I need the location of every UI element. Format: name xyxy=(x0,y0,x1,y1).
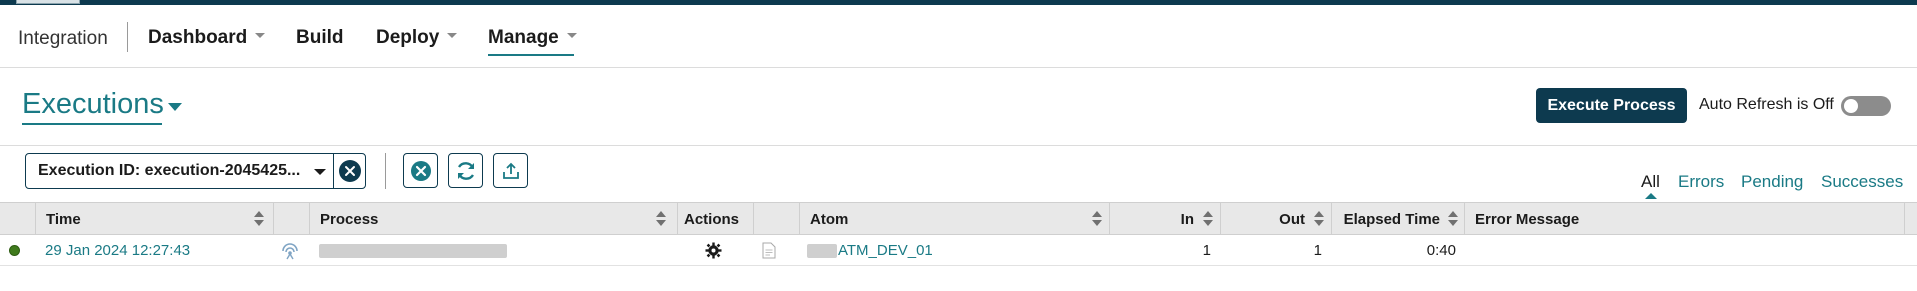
column-header-process-label: Process xyxy=(320,210,379,228)
nav-item-manage-label: Manage xyxy=(488,27,559,48)
chevron-down-icon xyxy=(447,33,458,39)
column-header-elapsed-time-label: Elapsed Time xyxy=(1343,210,1440,228)
tab-errors[interactable]: Errors xyxy=(1678,172,1724,192)
export-button[interactable] xyxy=(493,153,528,188)
execution-id-filter[interactable]: Execution ID: execution-2045425... xyxy=(25,153,366,189)
redacted-process-name xyxy=(319,243,507,258)
tab-active-indicator xyxy=(1645,193,1657,199)
header-divider xyxy=(0,145,1917,146)
clear-filter-icon[interactable] xyxy=(339,160,361,182)
clear-all-filters-button[interactable] xyxy=(403,153,438,188)
sort-icon[interactable] xyxy=(1448,211,1458,227)
refresh-icon xyxy=(457,161,474,180)
chevron-down-icon xyxy=(566,33,577,39)
elapsed-time-cell: 0:40 xyxy=(1426,242,1456,259)
sort-icon[interactable] xyxy=(1203,211,1213,227)
nav-item-deploy-label: Deploy xyxy=(376,27,440,48)
status-cell xyxy=(9,235,29,266)
column-header-error-message: Error Message xyxy=(1465,203,1905,235)
chevron-down-icon[interactable] xyxy=(314,169,326,175)
sort-icon[interactable] xyxy=(1092,211,1102,227)
column-header-status xyxy=(0,203,36,235)
execute-process-button[interactable]: Execute Process xyxy=(1536,88,1687,123)
toolbar-divider xyxy=(385,153,386,189)
toggle-knob xyxy=(1844,99,1858,113)
column-header-out[interactable]: Out xyxy=(1221,203,1332,235)
column-header-actions-label: Actions xyxy=(684,210,740,228)
export-icon xyxy=(502,162,519,179)
nav-item-manage[interactable]: Manage xyxy=(488,27,577,49)
nav-item-build[interactable]: Build xyxy=(296,27,344,49)
page-title[interactable]: Executions xyxy=(22,88,164,121)
gear-icon xyxy=(705,242,722,259)
sort-icon[interactable] xyxy=(254,211,264,227)
log-cell[interactable] xyxy=(762,235,778,266)
column-header-time[interactable]: Time xyxy=(36,203,274,235)
nav-divider xyxy=(127,22,128,52)
nav-item-dashboard-label: Dashboard xyxy=(148,27,248,48)
nav-item-dashboard[interactable]: Dashboard xyxy=(148,27,266,49)
chevron-down-icon xyxy=(255,33,266,39)
tab-all[interactable]: All xyxy=(1641,172,1660,192)
column-header-error-message-label: Error Message xyxy=(1475,210,1580,228)
success-status-icon xyxy=(9,245,20,256)
filter-label: Execution ID: execution-2045425... xyxy=(38,162,301,179)
listener-process-icon xyxy=(282,242,298,259)
column-header-atom-label: Atom xyxy=(810,210,849,228)
tab-pending[interactable]: Pending xyxy=(1741,172,1803,192)
auto-refresh-label: Auto Refresh is Off xyxy=(1699,96,1834,113)
redacted-atom-prefix xyxy=(807,243,837,258)
sort-icon[interactable] xyxy=(656,211,666,227)
filter-divider xyxy=(333,154,334,188)
sort-icon[interactable] xyxy=(1314,211,1324,227)
column-header-process[interactable]: Process xyxy=(310,203,678,235)
atom-cell[interactable]: ATM_DEV_01 xyxy=(807,235,933,266)
clear-filters-icon xyxy=(410,160,431,181)
column-header-actions: Actions xyxy=(678,203,754,235)
time-cell[interactable]: 29 Jan 2024 12:27:43 xyxy=(45,235,190,266)
document-icon xyxy=(762,242,776,259)
column-header-elapsed-time[interactable]: Elapsed Time xyxy=(1332,203,1465,235)
nav-item-deploy[interactable]: Deploy xyxy=(376,27,458,49)
column-header-log xyxy=(754,203,800,235)
column-header-in[interactable]: In xyxy=(1110,203,1221,235)
nav-item-build-label: Build xyxy=(296,27,344,48)
auto-refresh-toggle[interactable] xyxy=(1841,96,1891,116)
table-row[interactable]: 29 Jan 2024 12:27:43 ATM_DEV_01 1 1 0:40 xyxy=(0,235,1917,266)
table-header: Time Process Actions Atom In Out Elapsed… xyxy=(0,202,1917,235)
refresh-button[interactable] xyxy=(448,153,483,188)
top-bar-tab[interactable] xyxy=(16,0,80,4)
process-type-cell[interactable] xyxy=(281,235,303,266)
tab-successes[interactable]: Successes xyxy=(1821,172,1903,192)
column-header-time-label: Time xyxy=(46,210,81,228)
out-cell: 1 xyxy=(1313,242,1322,259)
in-cell: 1 xyxy=(1202,242,1211,259)
actions-cell[interactable] xyxy=(705,235,725,266)
main-nav: Integration Dashboard Build Deploy Manag… xyxy=(0,5,1917,68)
column-header-atom[interactable]: Atom xyxy=(800,203,1110,235)
column-header-type xyxy=(274,203,310,235)
chevron-down-icon[interactable] xyxy=(168,103,182,111)
atom-link[interactable]: ATM_DEV_01 xyxy=(838,242,933,259)
page-title-underline xyxy=(22,123,162,125)
nav-active-indicator xyxy=(488,54,574,56)
process-cell[interactable] xyxy=(319,235,507,266)
nav-integration: Integration xyxy=(18,28,108,49)
